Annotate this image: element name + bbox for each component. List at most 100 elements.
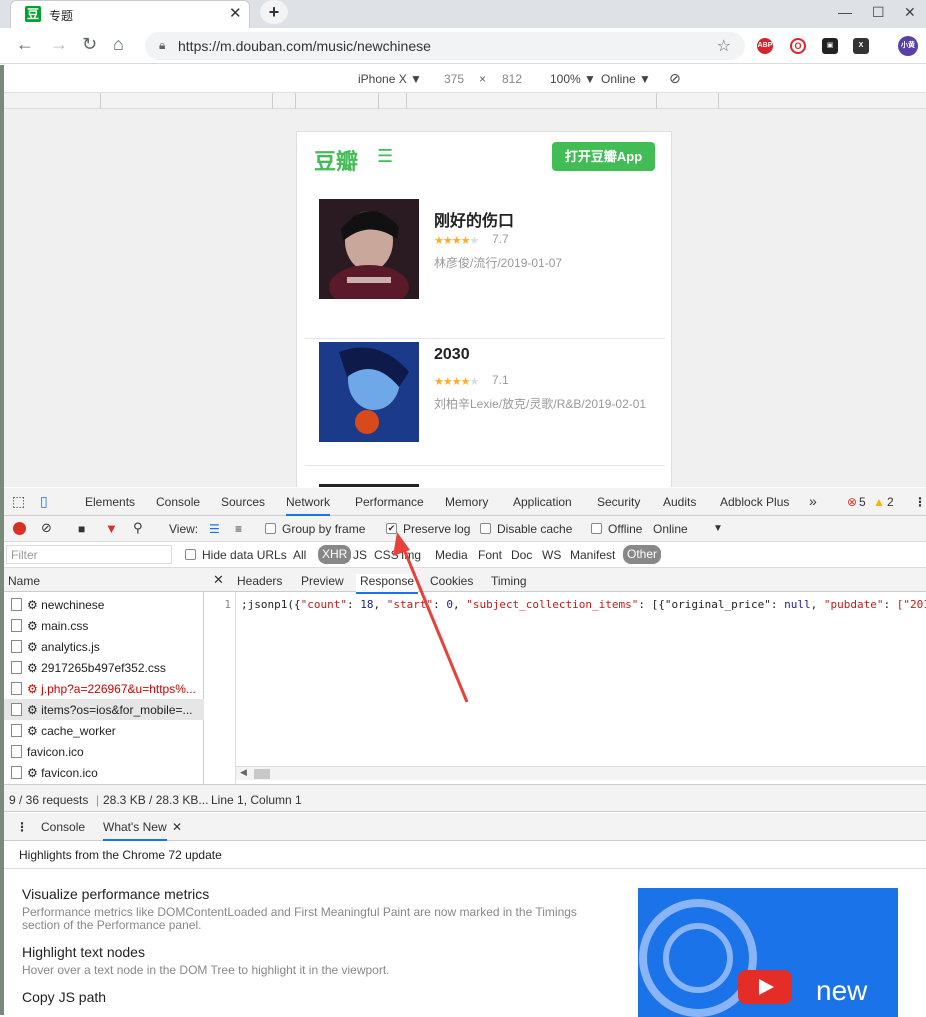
zoom-select[interactable]: 100% ▼	[550, 72, 596, 86]
forward-arrow-icon[interactable]: →	[50, 34, 68, 55]
filter-font[interactable]: Font	[478, 548, 502, 562]
extension-icon[interactable]: ▣	[822, 38, 838, 54]
preserve-log-checkbox[interactable]: ✔	[386, 523, 397, 534]
album-item[interactable]: 2030 ★★★★★ 7.1 刘柏辛Lexie/放克/灵歌/R&B/2019-0…	[305, 342, 665, 466]
maximize-icon[interactable]: ☐	[872, 4, 885, 21]
record-icon[interactable]	[13, 522, 26, 535]
filter-img[interactable]: Img	[401, 548, 421, 562]
request-row[interactable]: ⚙ favicon.ico	[4, 762, 204, 783]
offline-checkbox[interactable]	[591, 523, 602, 534]
devtools-menu-icon[interactable]: ⋮	[914, 495, 926, 509]
menu-search-icon[interactable]: ☰	[377, 146, 393, 167]
search-icon[interactable]: ⚲	[133, 520, 143, 536]
tab-headers[interactable]: Headers	[237, 574, 282, 588]
back-arrow-icon[interactable]: ←	[16, 34, 34, 55]
url-text[interactable]: https://m.douban.com/music/newchinese	[178, 38, 431, 54]
tab-security[interactable]: Security	[597, 495, 640, 509]
request-row[interactable]: ⚙ analytics.js	[4, 636, 204, 657]
tab-memory[interactable]: Memory	[445, 495, 488, 509]
group-by-frame-label[interactable]: Group by frame	[282, 522, 365, 536]
drawer-tab-console[interactable]: Console	[41, 820, 85, 834]
throttling-select[interactable]: Online	[653, 522, 688, 536]
request-row[interactable]: ⚙ cache_worker	[4, 720, 204, 741]
tab-audits[interactable]: Audits	[663, 495, 696, 509]
tab-elements[interactable]: Elements	[85, 495, 135, 509]
hide-data-urls-checkbox[interactable]	[185, 549, 196, 560]
tab-performance[interactable]: Performance	[355, 495, 424, 509]
request-row[interactable]: ⚙ main.css	[4, 615, 204, 636]
filter-other[interactable]: Other	[623, 545, 662, 564]
profile-avatar[interactable]: 小黄	[898, 36, 918, 56]
album-title[interactable]: 刚好的伤口	[434, 207, 514, 231]
scroll-left-icon[interactable]: ◀	[240, 767, 247, 778]
warning-icon[interactable]: ▲	[873, 495, 885, 509]
browser-tab[interactable]: 豆 专题 ✕	[10, 0, 250, 28]
album-item[interactable]: 刚好的伤口 ★★★★★ 7.7 林彦俊/流行/2019-01-07	[305, 199, 665, 339]
open-app-button[interactable]: 打开豆瓣App	[552, 142, 655, 171]
filter-manifest[interactable]: Manifest	[570, 548, 615, 562]
inspect-element-icon[interactable]: ⬚	[12, 493, 25, 510]
response-body[interactable]: ;jsonp1({"count": 18, "start": 0, "subje…	[241, 598, 926, 611]
request-row[interactable]: ⚙ items?os=ios&for_mobile=...	[4, 699, 204, 720]
filter-all[interactable]: All	[293, 548, 306, 562]
minimize-icon[interactable]: —	[838, 4, 852, 20]
name-column-header[interactable]: Name	[4, 568, 204, 592]
tab-sources[interactable]: Sources	[221, 495, 265, 509]
filter-media[interactable]: Media	[435, 548, 468, 562]
scrollbar-thumb[interactable]	[254, 769, 270, 779]
tab-console[interactable]: Console	[156, 495, 200, 509]
drawer-menu-icon[interactable]: ⋮	[16, 820, 28, 834]
tab-cookies[interactable]: Cookies	[430, 574, 473, 588]
filter-input[interactable]: Filter	[6, 545, 172, 564]
device-toggle-icon[interactable]: ▯	[40, 493, 48, 510]
filter-js[interactable]: JS	[353, 548, 367, 562]
tab-timing[interactable]: Timing	[491, 574, 527, 588]
reload-icon[interactable]: ↻	[82, 34, 97, 55]
new-tab-button[interactable]: +	[260, 0, 288, 24]
address-bar[interactable]: 🔒︎ https://m.douban.com/music/newchinese…	[145, 32, 745, 60]
device-select[interactable]: iPhone X ▼	[358, 72, 422, 86]
tab-application[interactable]: Application	[513, 495, 572, 509]
filter-doc[interactable]: Doc	[511, 548, 532, 562]
tab-adblock-plus[interactable]: Adblock Plus	[720, 495, 789, 509]
request-row[interactable]: ⚙ newchinese	[4, 594, 204, 615]
tab-preview[interactable]: Preview	[301, 574, 344, 588]
error-count[interactable]: 5	[859, 495, 866, 509]
opera-icon[interactable]: O	[790, 38, 806, 54]
filter-ws[interactable]: WS	[542, 548, 561, 562]
adblock-plus-icon[interactable]: ABP	[757, 38, 773, 54]
close-drawer-tab-icon[interactable]: ✕	[172, 820, 182, 834]
large-rows-icon[interactable]: ☰	[209, 522, 220, 536]
device-height[interactable]: 812	[502, 72, 522, 86]
more-tabs-icon[interactable]: »	[809, 493, 817, 509]
tab-response[interactable]: Response	[356, 574, 419, 594]
filter-css[interactable]: CSS	[374, 548, 399, 562]
hide-data-urls-label[interactable]: Hide data URLs	[202, 548, 287, 562]
device-width[interactable]: 375	[444, 72, 464, 86]
album-title[interactable]: 2030	[434, 346, 470, 364]
disable-cache-checkbox[interactable]	[480, 523, 491, 534]
close-detail-icon[interactable]: ✕	[213, 572, 224, 588]
request-row[interactable]: favicon.ico	[4, 741, 204, 762]
chevron-down-icon[interactable]: ▼	[713, 523, 723, 534]
clear-icon[interactable]: ⊘	[41, 520, 52, 536]
request-row[interactable]: ⚙ j.php?a=226967&u=https%...	[4, 678, 204, 699]
window-close-icon[interactable]: ✕	[904, 4, 916, 21]
preserve-log-label[interactable]: Preserve log	[403, 522, 470, 536]
rotate-icon[interactable]: ⊘	[669, 70, 681, 87]
x-extension-icon[interactable]: X	[853, 38, 869, 54]
screenshot-camera-icon[interactable]: ■	[78, 522, 85, 536]
horizontal-scrollbar[interactable]: ◀	[236, 766, 926, 780]
warning-count[interactable]: 2	[887, 495, 894, 509]
bookmark-star-icon[interactable]: ☆	[717, 36, 731, 56]
group-by-frame-checkbox[interactable]	[265, 523, 276, 534]
throttle-select[interactable]: Online ▼	[601, 72, 651, 86]
request-row[interactable]: ⚙ 2917265b497ef352.css	[4, 657, 204, 678]
tab-close-icon[interactable]: ✕	[229, 4, 242, 22]
filter-xhr[interactable]: XHR	[318, 545, 352, 564]
chrome-72-video-thumbnail[interactable]: new	[638, 888, 898, 1017]
douban-logo[interactable]: 豆瓣	[314, 144, 358, 176]
home-icon[interactable]: ⌂	[113, 34, 124, 55]
drawer-tab-whats-new[interactable]: What's New	[103, 820, 167, 841]
offline-label[interactable]: Offline	[608, 522, 642, 536]
